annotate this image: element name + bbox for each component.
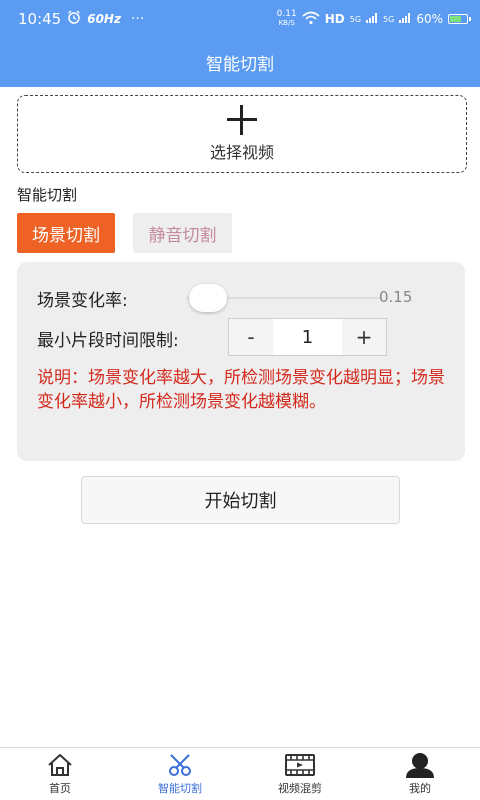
status-time: 10:45 xyxy=(18,10,62,28)
nav-label: 首页 xyxy=(49,782,71,795)
net-speed-value: 0.11 xyxy=(276,9,297,19)
signal-label-2: 5G xyxy=(383,14,395,24)
refresh-rate: 60Hz xyxy=(87,12,121,26)
signal-label-1: 5G xyxy=(349,14,362,24)
battery-fill xyxy=(450,16,461,22)
status-bar: 10:45 60Hz ··· 0.11 KB/S HD 5G 5G 60% xyxy=(0,0,480,38)
wifi-icon xyxy=(302,11,320,28)
description-note: 说明：场景变化率越大，所检测场景变化越明显；场景变化率越小，所检测场景变化越模糊… xyxy=(37,368,445,412)
increment-button[interactable]: + xyxy=(342,319,386,355)
start-cut-button[interactable]: 开始切割 xyxy=(81,476,400,524)
nav-label: 我的 xyxy=(409,782,431,795)
slider-thumb[interactable] xyxy=(189,284,227,312)
title-bar: 智能切割 xyxy=(0,38,480,87)
bottom-nav: 首页 智能切割 视频混剪 我的 xyxy=(0,747,480,800)
scene-rate-slider[interactable] xyxy=(187,284,382,312)
user-icon xyxy=(405,752,435,778)
tab-scene-cut[interactable]: 场景切割 xyxy=(17,213,115,253)
nav-item-home[interactable]: 首页 xyxy=(0,748,120,800)
nav-label: 视频混剪 xyxy=(278,782,322,795)
scene-rate-value: 0.15 xyxy=(379,288,413,306)
settings-panel: 场景变化率: 0.15 最小片段时间限制: - 1 + 说明：场景变化率越大，所… xyxy=(17,262,465,461)
select-video-label: 选择视频 xyxy=(209,143,274,162)
net-speed-unit: KB/S xyxy=(278,19,295,27)
battery-icon xyxy=(448,14,471,24)
section-label: 智能切割 xyxy=(17,186,78,204)
select-video-button[interactable]: 选择视频 xyxy=(17,95,467,173)
home-icon xyxy=(45,752,75,778)
battery-percent: 60% xyxy=(416,12,443,26)
decrement-button[interactable]: - xyxy=(229,319,273,355)
scissors-icon xyxy=(165,752,195,778)
min-duration-label: 最小片段时间限制: xyxy=(37,331,179,351)
more-dots: ··· xyxy=(130,11,145,27)
min-duration-value[interactable]: 1 xyxy=(273,319,342,355)
min-duration-stepper[interactable]: - 1 + xyxy=(228,318,387,356)
nav-item-video-mix[interactable]: 视频混剪 xyxy=(240,748,360,800)
alarm-icon xyxy=(67,10,81,28)
page-title: 智能切割 xyxy=(206,55,274,75)
tab-silence-cut[interactable]: 静音切割 xyxy=(133,213,232,253)
signal-icon xyxy=(399,12,411,26)
film-icon xyxy=(285,752,315,778)
signal-icon xyxy=(366,12,378,26)
nav-item-smart-cut[interactable]: 智能切割 xyxy=(120,748,240,800)
plus-icon xyxy=(227,105,257,135)
net-speed: 0.11 KB/S xyxy=(277,10,297,28)
hd-label: HD xyxy=(324,12,345,26)
scene-rate-label: 场景变化率: xyxy=(37,291,128,311)
nav-item-profile[interactable]: 我的 xyxy=(360,748,480,800)
nav-label: 智能切割 xyxy=(158,782,202,795)
